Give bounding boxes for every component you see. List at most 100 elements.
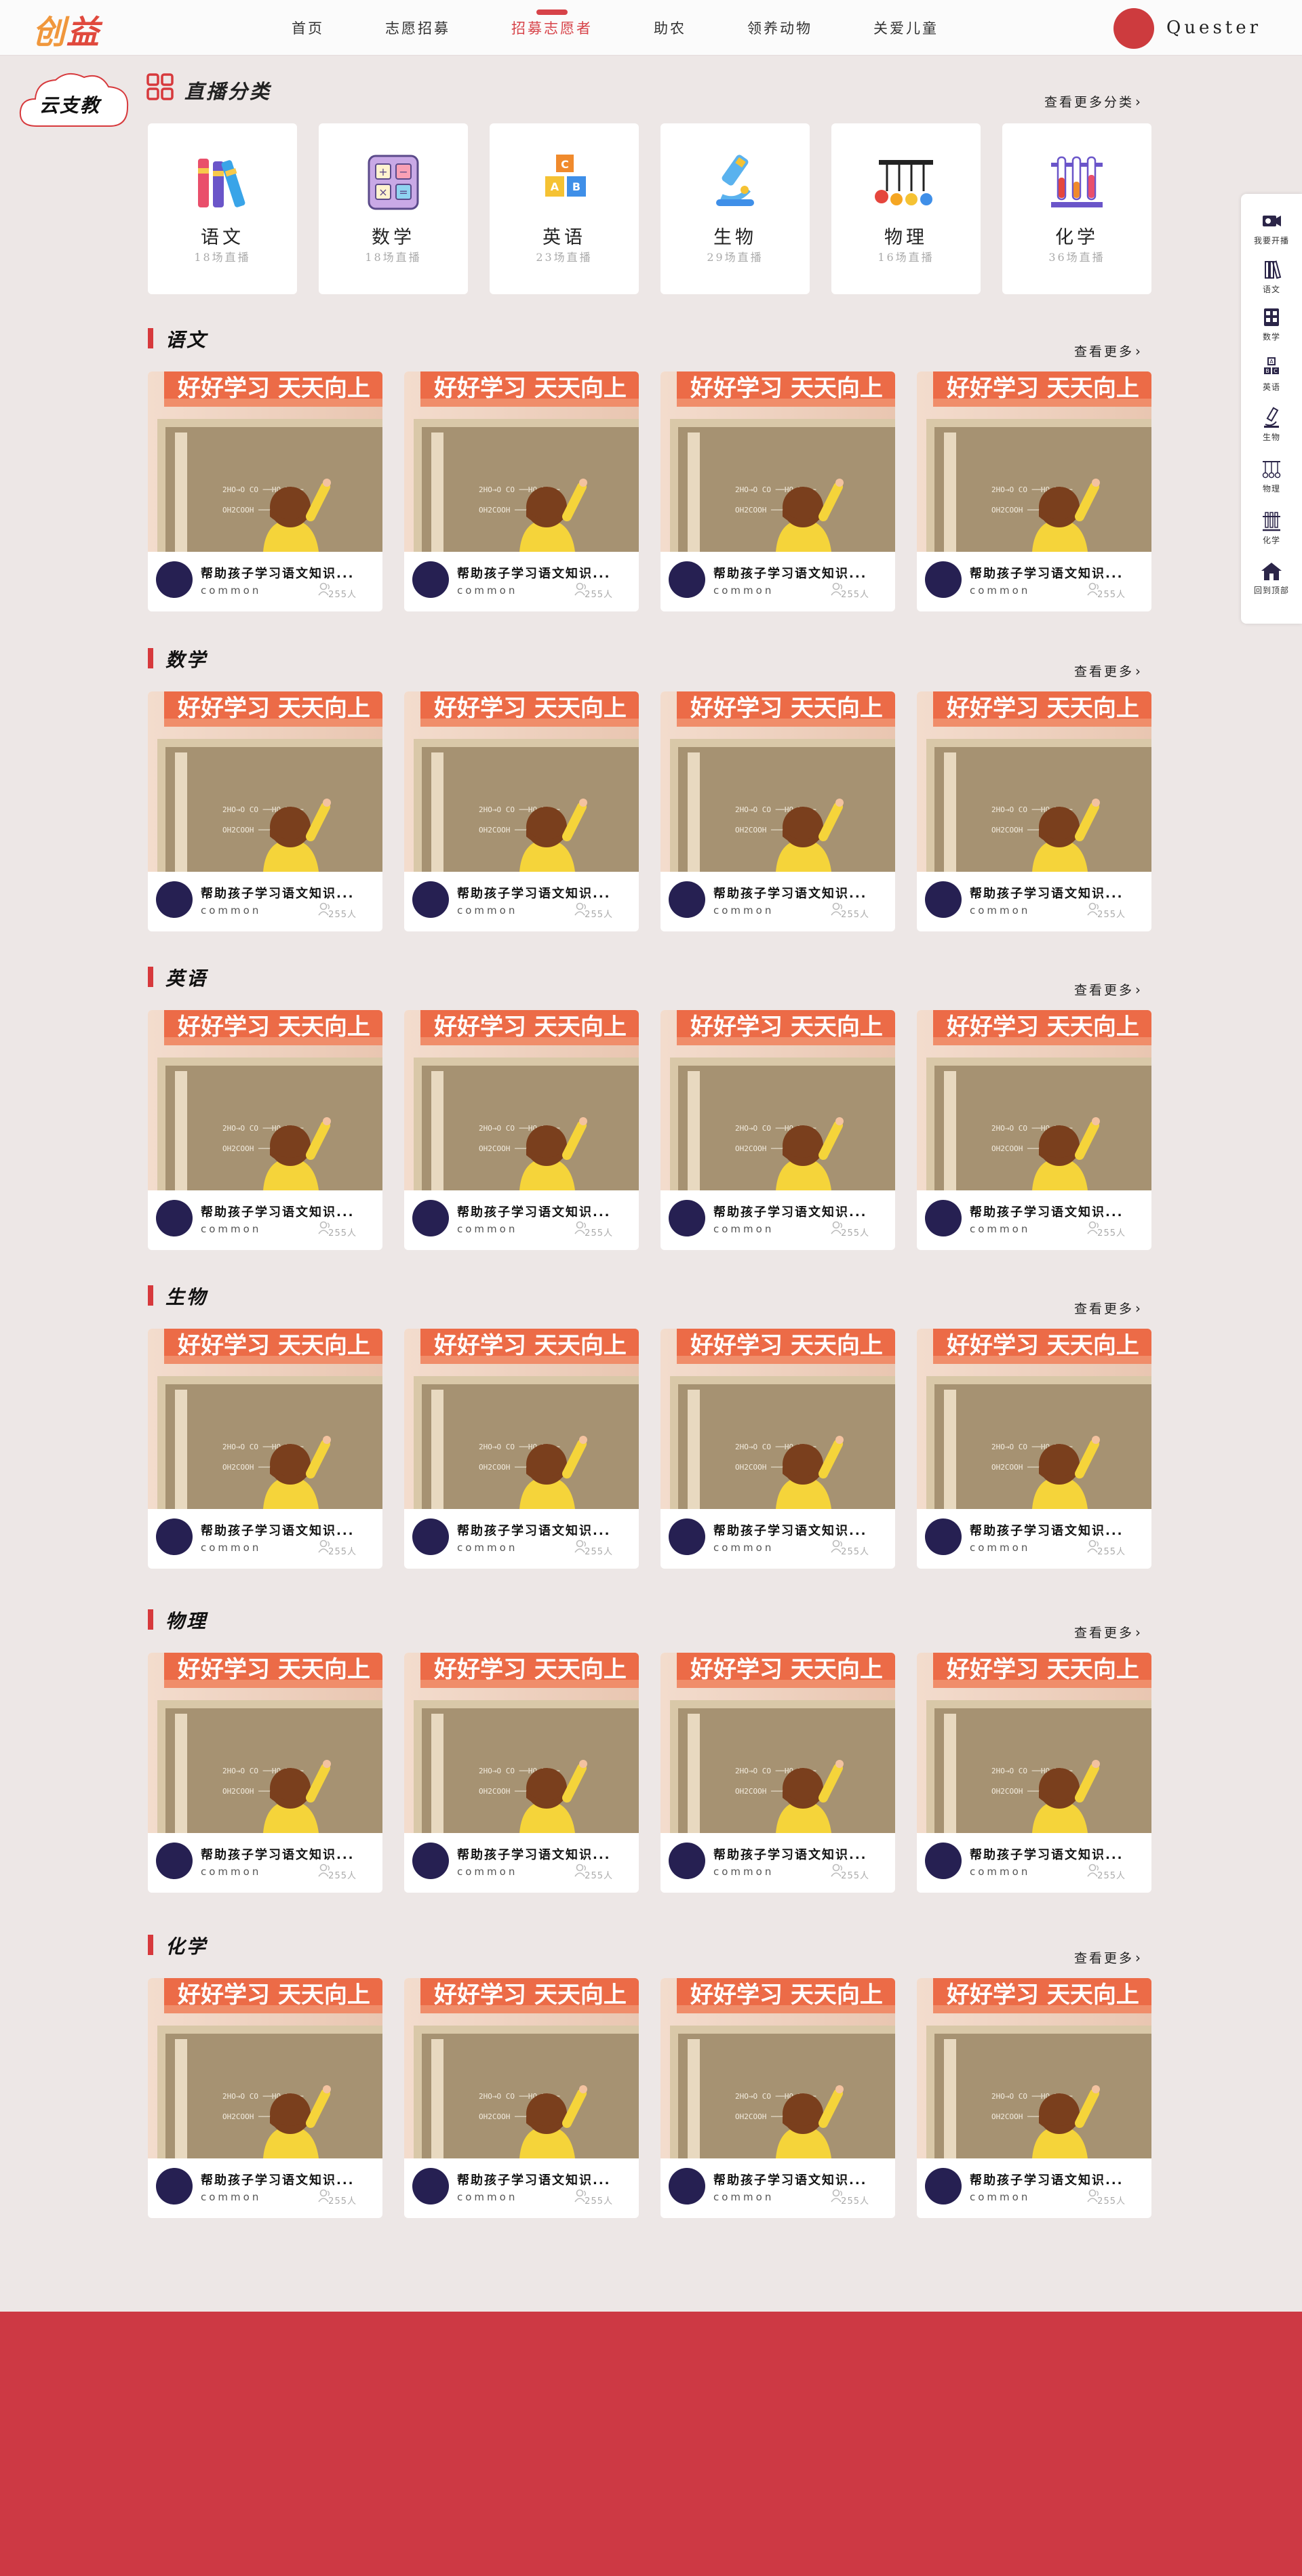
course-card[interactable]: 好好学习 天天向上 2HO→O CO ──HO→HO── OH2COOH ─────… bbox=[404, 1978, 639, 2218]
top-header: 创益 首页 志愿招募 招募志愿者 助农 领养动物 关爱儿童 Quester bbox=[0, 0, 1302, 56]
banner-text: 好好学习 天天向上 bbox=[690, 1332, 883, 1359]
more-categories-link[interactable]: 查看更多分类 › bbox=[1044, 92, 1143, 110]
category-card-2[interactable]: C A B 英语 23场直播 bbox=[490, 123, 639, 294]
section-more-link[interactable]: 查看更多 › bbox=[1074, 1299, 1143, 1317]
course-card[interactable]: 好好学习 天天向上 2HO→O CO ──HO→HO── OH2COOH ─────… bbox=[660, 691, 895, 931]
section-more-link[interactable]: 查看更多 › bbox=[1074, 662, 1143, 680]
nav-recruit-volunteers[interactable]: 招募志愿者 bbox=[511, 0, 593, 56]
nav-volunteer-recruit[interactable]: 志愿招募 bbox=[385, 0, 450, 56]
category-card-4[interactable]: 物理 16场直播 bbox=[831, 123, 981, 294]
category-count: 18场直播 bbox=[365, 251, 422, 264]
sidebar-item-1[interactable]: 语文 bbox=[1241, 259, 1302, 295]
main-nav: 首页 志愿招募 招募志愿者 助农 领养动物 关爱儿童 bbox=[292, 0, 1000, 56]
course-card[interactable]: 好好学习 天天向上 2HO→O CO ──HO→HO── OH2COOH ─────… bbox=[148, 1010, 382, 1250]
author-avatar bbox=[412, 1843, 449, 1879]
course-card[interactable]: 好好学习 天天向上 2HO→O CO ──HO→HO── OH2COOH ─────… bbox=[148, 1653, 382, 1893]
course-author: common bbox=[970, 1223, 1031, 1235]
course-card[interactable]: 好好学习 天天向上 2HO→O CO ──HO→HO── OH2COOH ─────… bbox=[660, 1978, 895, 2218]
nav-adopt-animals[interactable]: 领养动物 bbox=[747, 0, 812, 56]
course-card[interactable]: 好好学习 天天向上 2HO→O CO ──HO→HO── OH2COOH ─────… bbox=[917, 1010, 1151, 1250]
badge-label: 云支教 bbox=[39, 94, 101, 117]
category-card-1[interactable]: + − × = 数学 18场直播 bbox=[319, 123, 468, 294]
sidebar-item-3[interactable]: A B C 英语 bbox=[1241, 357, 1302, 393]
section-more-link[interactable]: 查看更多 › bbox=[1074, 1948, 1143, 1967]
svg-text:B: B bbox=[572, 180, 580, 193]
course-card[interactable]: 好好学习 天天向上 2HO→O CO ──HO→HO── OH2COOH ─────… bbox=[404, 1010, 639, 1250]
nav-care-children[interactable]: 关爱儿童 bbox=[873, 0, 939, 56]
logo-char-1: 创 bbox=[33, 14, 67, 52]
active-indicator bbox=[536, 9, 568, 15]
author-avatar bbox=[156, 1518, 193, 1555]
course-card[interactable]: 好好学习 天天向上 2HO→O CO ──HO→HO── OH2COOH ─────… bbox=[404, 371, 639, 611]
sidebar-label: 回到顶部 bbox=[1253, 586, 1289, 595]
section-more-link[interactable]: 查看更多 › bbox=[1074, 980, 1143, 999]
banner-text: 好好学习 天天向上 bbox=[690, 1013, 883, 1041]
course-card[interactable]: 好好学习 天天向上 2HO→O CO ──HO→HO── OH2COOH ─────… bbox=[660, 1653, 895, 1893]
course-author: common bbox=[713, 1866, 774, 1878]
author-avatar bbox=[925, 2168, 962, 2205]
username[interactable]: Quester bbox=[1166, 18, 1261, 38]
viewer-count: 255人 bbox=[585, 1871, 613, 1881]
course-card[interactable]: 好好学习 天天向上 2HO→O CO ──HO→HO── OH2COOH ─────… bbox=[917, 371, 1151, 611]
user-avatar[interactable] bbox=[1113, 8, 1154, 49]
classroom-thumbnail: 好好学习 天天向上2HO→O CO ──HO→HO──OH2COOH ─────… bbox=[404, 691, 639, 872]
section-more-link[interactable]: 查看更多 › bbox=[1074, 342, 1143, 360]
banner-text: 好好学习 天天向上 bbox=[177, 695, 370, 722]
section-accent-bar bbox=[148, 967, 153, 987]
brand-logo[interactable]: 创益 bbox=[33, 5, 100, 53]
banner-text: 好好学习 天天向上 bbox=[690, 695, 883, 722]
banner-text: 好好学习 天天向上 bbox=[946, 1981, 1139, 2009]
nav-home[interactable]: 首页 bbox=[292, 0, 324, 56]
course-author: common bbox=[201, 2191, 262, 2203]
category-name: 化学 bbox=[1055, 227, 1099, 248]
course-author: common bbox=[713, 904, 774, 917]
course-card[interactable]: 好好学习 天天向上 2HO→O CO ──HO→HO── OH2COOH ─────… bbox=[148, 1329, 382, 1569]
svg-text:C: C bbox=[1274, 368, 1278, 374]
banner-text: 好好学习 天天向上 bbox=[946, 695, 1139, 722]
books-icon bbox=[1241, 259, 1302, 282]
course-title: 帮助孩子学习语文知识... bbox=[713, 567, 867, 581]
classroom-thumbnail: 好好学习 天天向上2HO→O CO ──HO→HO──OH2COOH ─────… bbox=[917, 1329, 1151, 1509]
classroom-thumbnail: 好好学习 天天向上2HO→O CO ──HO→HO──OH2COOH ─────… bbox=[148, 1653, 382, 1833]
more-label: 查看更多 bbox=[1074, 1302, 1135, 1316]
category-count: 18场直播 bbox=[194, 251, 251, 264]
svg-text:+: + bbox=[378, 165, 387, 178]
course-author: common bbox=[201, 904, 262, 917]
classroom-thumbnail: 好好学习 天天向上2HO→O CO ──HO→HO──OH2COOH ─────… bbox=[404, 1978, 639, 2158]
course-card[interactable]: 好好学习 天天向上 2HO→O CO ──HO→HO── OH2COOH ─────… bbox=[917, 1653, 1151, 1893]
section-more-link[interactable]: 查看更多 › bbox=[1074, 1623, 1143, 1641]
course-author: common bbox=[457, 904, 518, 917]
classroom-thumbnail: 好好学习 天天向上2HO→O CO ──HO→HO──OH2COOH ─────… bbox=[660, 1329, 895, 1509]
course-card[interactable]: 好好学习 天天向上 2HO→O CO ──HO→HO── OH2COOH ─────… bbox=[404, 1329, 639, 1569]
sidebar-item-7[interactable]: 回到顶部 bbox=[1241, 560, 1302, 596]
category-card-5[interactable]: 化学 36场直播 bbox=[1002, 123, 1151, 294]
nav-help-farmers[interactable]: 助农 bbox=[654, 0, 686, 56]
course-card[interactable]: 好好学习 天天向上 2HO→O CO ──HO→HO── OH2COOH ─────… bbox=[917, 691, 1151, 931]
category-card-3[interactable]: 生物 29场直播 bbox=[660, 123, 810, 294]
course-card[interactable]: 好好学习 天天向上 2HO→O CO ──HO→HO── OH2COOH ─────… bbox=[148, 1978, 382, 2218]
viewer-count: 255人 bbox=[1097, 1228, 1126, 1239]
author-avatar bbox=[412, 881, 449, 918]
sidebar-item-6[interactable]: 化学 bbox=[1241, 510, 1302, 546]
viewer-count: 255人 bbox=[841, 1547, 869, 1557]
course-card[interactable]: 好好学习 天天向上 2HO→O CO ──HO→HO── OH2COOH ─────… bbox=[404, 1653, 639, 1893]
course-card[interactable]: 好好学习 天天向上 2HO→O CO ──HO→HO── OH2COOH ─────… bbox=[404, 691, 639, 931]
course-card[interactable]: 好好学习 天天向上 2HO→O CO ──HO→HO── OH2COOH ─────… bbox=[148, 691, 382, 931]
course-card[interactable]: 好好学习 天天向上 2HO→O CO ──HO→HO── OH2COOH ─────… bbox=[917, 1978, 1151, 2218]
category-title: 直播分类 bbox=[184, 80, 272, 103]
category-name: 数学 bbox=[372, 227, 415, 248]
course-card[interactable]: 好好学习 天天向上 2HO→O CO ──HO→HO── OH2COOH ─────… bbox=[660, 1010, 895, 1250]
sidebar-item-4[interactable]: 生物 bbox=[1241, 407, 1302, 443]
category-card-0[interactable]: 语文 18场直播 bbox=[148, 123, 297, 294]
author-avatar bbox=[669, 561, 705, 598]
course-card[interactable]: 好好学习 天天向上 2HO→O CO ──HO→HO── OH2COOH ─────… bbox=[660, 1329, 895, 1569]
course-card[interactable]: 好好学习 天天向上 2HO→O CO ──HO→HO── OH2COOH ─────… bbox=[917, 1329, 1151, 1569]
category-name: 物理 bbox=[884, 227, 928, 248]
sidebar-item-0[interactable]: 我要开播 bbox=[1241, 210, 1302, 246]
course-card[interactable]: 好好学习 天天向上 2HO→O CO ──HO→HO── OH2COOH ─────… bbox=[660, 371, 895, 611]
sidebar-item-5[interactable]: 物理 bbox=[1241, 458, 1302, 494]
course-author: common bbox=[970, 904, 1031, 917]
course-card[interactable]: 好好学习 天天向上 2HO→O CO ──HO→HO── OH2COOH ─────… bbox=[148, 371, 382, 611]
course-title: 帮助孩子学习语文知识... bbox=[970, 1524, 1124, 1538]
sidebar-item-2[interactable]: 数学 bbox=[1241, 306, 1302, 342]
